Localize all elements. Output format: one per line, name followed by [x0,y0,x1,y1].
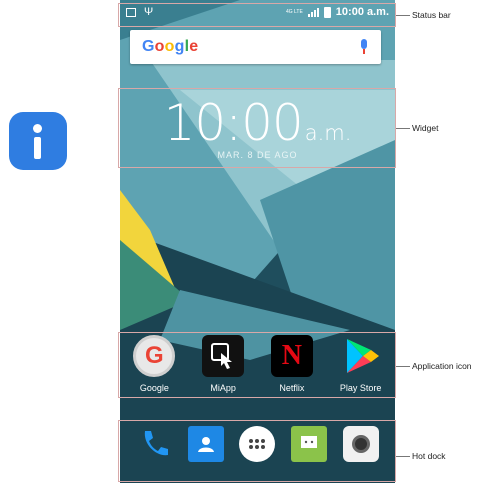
widget-callout-box [118,88,396,168]
google-search-bar[interactable]: Google [130,30,381,64]
status-bar-callout-label: Status bar [412,10,451,20]
mic-icon[interactable] [359,39,369,55]
phone-screen: Ψ 4G LTE 10:00 a.m. Google 10:00a.m. MAR… [120,0,395,483]
hot-dock-callout-label: Hot dock [412,451,446,461]
status-bar-callout-line [396,15,410,16]
diagram-root: Ψ 4G LTE 10:00 a.m. Google 10:00a.m. MAR… [0,0,482,483]
app-icon-callout-line [396,366,410,367]
hot-dock-callout-line [396,456,410,457]
app-icon-callout-box [118,332,396,398]
widget-callout-line [396,128,410,129]
status-bar-callout-box [118,3,396,27]
app-icon-callout-label: Application icon [412,361,472,371]
hot-dock-callout-box [118,420,396,482]
info-icon [9,112,67,170]
google-logo: Google [142,38,199,55]
widget-callout-label: Widget [412,123,439,133]
